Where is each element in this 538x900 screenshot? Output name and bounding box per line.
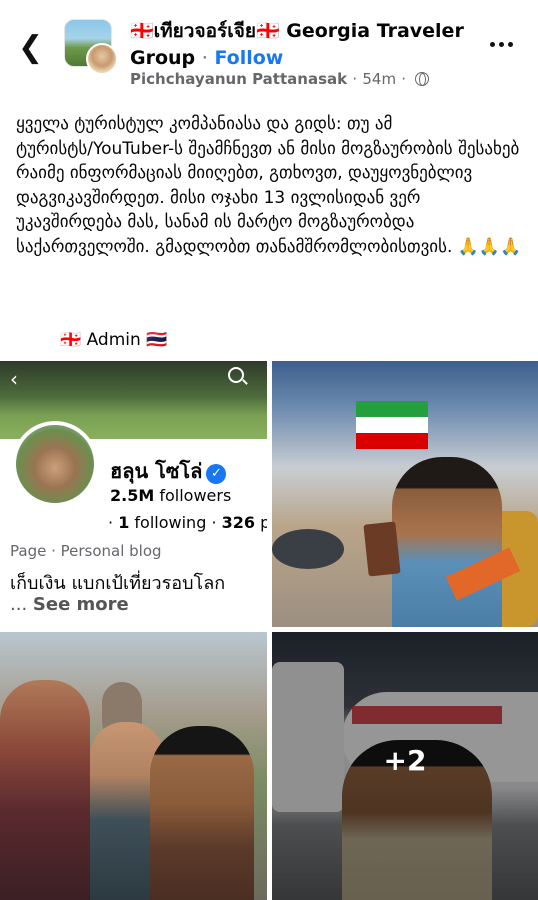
photo-profile-screenshot[interactable]: ‹ ฮลุน โซโล่ ✓ 2.5M followers · 1 followi… (0, 361, 267, 627)
post-meta: Pichchayanun Pattanasak · 54m · (130, 70, 430, 88)
chevron-left-icon: ❮ (18, 30, 44, 65)
iran-flag (356, 401, 428, 449)
baggage-carousel (272, 529, 344, 569)
group-avatar[interactable] (64, 19, 120, 75)
flag-stripe-white (356, 417, 428, 433)
verified-badge-icon: ✓ (206, 464, 227, 484)
followers-label: followers (159, 486, 232, 505)
following-label: following · (134, 513, 217, 532)
more-horizontal-icon (490, 42, 495, 47)
more-dot (508, 42, 513, 47)
profile-see-more: ... See more (10, 594, 129, 615)
globe-icon (415, 72, 430, 86)
traveler-selfie (392, 457, 502, 627)
group-name[interactable]: 🇬🇪เทียวจอร์เจีย🇬🇪 Georgia Traveler Group (130, 20, 464, 69)
profile-avatar (12, 421, 98, 507)
profile-following: · 1 following · 326 p (108, 513, 267, 532)
meta-separator-2: · (401, 70, 407, 88)
flag-stripe-red (356, 433, 428, 449)
more-photos-count[interactable]: +2 (272, 744, 538, 777)
posts-count: 326 (221, 513, 256, 532)
author-avatar (86, 43, 118, 75)
traveler-selfie (150, 726, 254, 900)
photo-airport[interactable] (272, 361, 538, 627)
post-header: ❮ 🇬🇪เทียวจอร์เจีย🇬🇪 Georgia Traveler Gro… (0, 0, 538, 100)
see-more-link: See more (32, 594, 129, 615)
followers-count: 2.5M (110, 486, 155, 505)
profile-name: ฮลุน โซโล่ ✓ (110, 455, 227, 487)
chevron-left-icon: ‹ (10, 367, 18, 391)
profile-followers: 2.5M followers (110, 486, 231, 505)
group-title[interactable]: 🇬🇪เทียวจอร์เจีย🇬🇪 Georgia Traveler Group… (130, 18, 480, 72)
profile-bio: เก็บเงิน แบกเป้เที่ยวรอบโลก (10, 573, 226, 594)
meta-separator: · (352, 70, 358, 88)
following-count: 1 (118, 513, 130, 532)
author-name[interactable]: Pichchayanun Pattanasak (130, 70, 347, 88)
profile-name-text: ฮลุน โซโล่ (110, 459, 203, 483)
more-options-button[interactable] (490, 34, 520, 54)
search-icon (228, 367, 244, 383)
following-prefix: · (108, 513, 114, 532)
more-dot (499, 42, 504, 47)
back-button[interactable]: ❮ (18, 30, 48, 66)
title-separator: · (201, 47, 208, 69)
profile-page-type: Page · Personal blog (10, 542, 162, 560)
girl-in-headscarf (0, 680, 90, 900)
post-time[interactable]: 54m (362, 70, 396, 88)
posts-suffix: p (260, 513, 267, 532)
see-more-prefix: ... (10, 594, 28, 615)
post-signature: 🇬🇪 Admin 🇹🇭 (60, 330, 168, 350)
photo-airplane[interactable]: +2 (272, 632, 538, 900)
photo-grid: ‹ ฮลุน โซโล่ ✓ 2.5M followers · 1 followi… (0, 361, 538, 900)
follow-button[interactable]: Follow (214, 47, 283, 69)
flag-stripe-green (356, 401, 428, 417)
passport (363, 521, 401, 577)
post-body: ყველა ტურისტულ კომპანიასა და გიდს: თუ ამ… (16, 114, 522, 257)
photo-village-children[interactable] (0, 632, 267, 900)
